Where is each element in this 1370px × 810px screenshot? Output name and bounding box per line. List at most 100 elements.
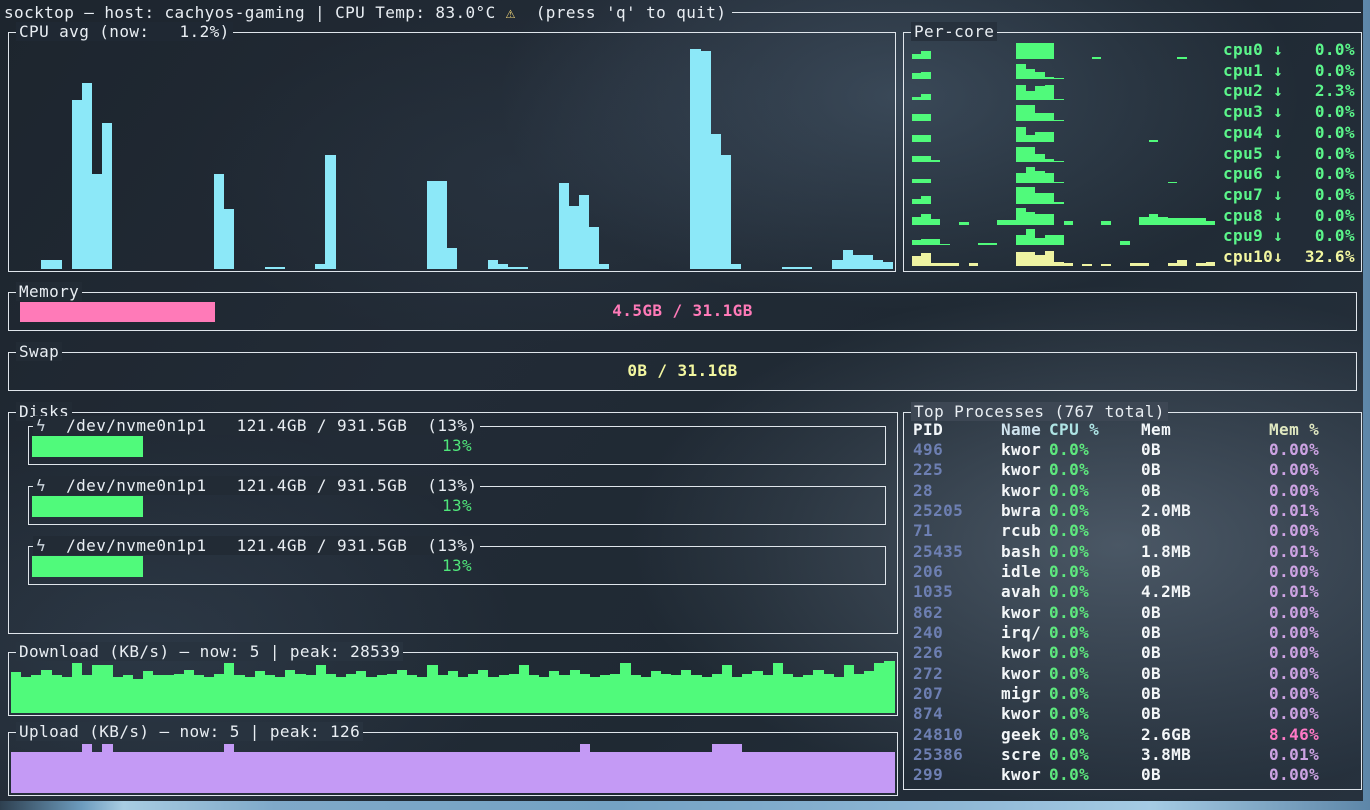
process-pid: 28	[913, 481, 1001, 500]
core-usage-value: 0.0%	[1285, 164, 1355, 183]
disk-label: /dev/nvme0n1p1 121.4GB / 931.5GB (13%)	[46, 476, 477, 495]
core-name: cpu0	[1223, 40, 1273, 59]
per-core-row: cpu3 ↓ 0.0%	[910, 101, 1355, 122]
process-mem: 2.0MB	[1141, 501, 1269, 520]
process-memp: 0.01%	[1269, 542, 1357, 561]
per-core-title: Per-core	[911, 22, 997, 41]
core-usage-value: 32.6%	[1285, 247, 1355, 266]
process-row: 874 kwor 0.0% 0B 0.00%	[913, 704, 1357, 724]
process-pid: 71	[913, 521, 1001, 540]
memory-panel: Memory 4.5GB / 31.1GB	[8, 292, 1357, 331]
lightning-icon: ϟ	[36, 416, 46, 435]
per-core-row: cpu5 ↓ 0.0%	[910, 143, 1355, 164]
cpu-avg-title: CPU avg (now: 1.2%)	[16, 22, 233, 41]
process-pid: 225	[913, 460, 1001, 479]
core-sparkline	[910, 226, 1217, 247]
process-cpu: 0.0%	[1049, 582, 1141, 601]
per-core-row: cpu8 ↓ 0.0%	[910, 205, 1355, 226]
process-mem: 0B	[1141, 440, 1269, 459]
core-usage-value: 0.0%	[1285, 102, 1355, 121]
core-label: cpu1 ↓ 0.0%	[1223, 60, 1355, 81]
process-table: PID Name CPU % Mem Mem % 496 kwor 0.0% 0…	[913, 419, 1357, 785]
core-sparkline	[910, 205, 1217, 226]
terminal-window[interactable]: socktop — host: cachyos-gaming | CPU Tem…	[0, 0, 1363, 801]
core-sparkline	[910, 246, 1217, 267]
process-mem: 0B	[1141, 664, 1269, 683]
process-cpu: 0.0%	[1049, 603, 1141, 622]
disks-panel: Disks ϟ /dev/nvme0n1p1 121.4GB / 931.5GB…	[8, 412, 898, 634]
core-sparkline	[910, 80, 1217, 101]
process-pid: 272	[913, 664, 1001, 683]
process-pid: 25205	[913, 501, 1001, 520]
process-name: irq/	[1001, 623, 1049, 642]
process-name: kwor	[1001, 460, 1049, 479]
process-row: 25386 scre 0.0% 3.8MB 0.01%	[913, 744, 1357, 764]
core-name: cpu3	[1223, 102, 1273, 121]
process-cpu: 0.0%	[1049, 664, 1141, 683]
down-arrow-icon: ↓	[1273, 123, 1283, 142]
down-arrow-icon: ↓	[1273, 144, 1283, 163]
down-arrow-icon: ↓	[1273, 164, 1283, 183]
col-header-mem: Mem	[1141, 420, 1269, 439]
swap-usage-label: 0B / 31.1GB	[9, 361, 1356, 380]
download-chart	[11, 655, 895, 713]
process-memp: 0.00%	[1269, 521, 1357, 540]
process-name: kwor	[1001, 481, 1049, 500]
per-core-row: cpu0 ↓ 0.0%	[910, 39, 1355, 60]
process-mem: 2.6GB	[1141, 725, 1269, 744]
upload-panel: Upload (KB/s) — now: 5 | peak: 126	[8, 732, 898, 796]
core-name: cpu8	[1223, 206, 1273, 225]
core-sparkline	[910, 101, 1217, 122]
process-row: 206 idle 0.0% 0B 0.00%	[913, 561, 1357, 581]
core-usage-value: 0.0%	[1285, 61, 1355, 80]
process-memp: 0.00%	[1269, 603, 1357, 622]
process-name: bwra	[1001, 501, 1049, 520]
process-pid: 862	[913, 603, 1001, 622]
lightning-icon: ϟ	[36, 536, 46, 555]
down-arrow-icon: ↓	[1273, 102, 1283, 121]
process-cpu: 0.0%	[1049, 562, 1141, 581]
per-core-panel: Per-core cpu0 ↓ 0.0% cpu1 ↓ 0.0% cpu2 ↓ …	[903, 32, 1362, 272]
process-pid: 25386	[913, 745, 1001, 764]
per-core-row: cpu9 ↓ 0.0%	[910, 226, 1355, 247]
core-usage-value: 0.0%	[1285, 144, 1355, 163]
swap-panel: Swap 0B / 31.1GB	[8, 352, 1357, 391]
process-pid: 226	[913, 643, 1001, 662]
process-memp: 0.00%	[1269, 704, 1357, 723]
process-mem: 0B	[1141, 684, 1269, 703]
core-name: cpu5	[1223, 144, 1273, 163]
down-arrow-icon: ↓	[1273, 206, 1283, 225]
process-name: bash	[1001, 542, 1049, 561]
process-row: 272 kwor 0.0% 0B 0.00%	[913, 663, 1357, 683]
process-row: 496 kwor 0.0% 0B 0.00%	[913, 439, 1357, 459]
disk-label: /dev/nvme0n1p1 121.4GB / 931.5GB (13%)	[46, 416, 477, 435]
core-usage-value: 0.0%	[1285, 185, 1355, 204]
core-sparkline	[910, 143, 1217, 164]
process-mem: 0B	[1141, 643, 1269, 662]
core-sparkline	[910, 60, 1217, 81]
disk-item: ϟ /dev/nvme0n1p1 121.4GB / 931.5GB (13%)…	[28, 486, 886, 525]
core-usage-value: 0.0%	[1285, 206, 1355, 225]
processes-title: Top Processes (767 total)	[911, 402, 1168, 421]
down-arrow-icon: ↓	[1273, 61, 1283, 80]
process-row: 862 kwor 0.0% 0B 0.00%	[913, 602, 1357, 622]
process-cpu: 0.0%	[1049, 725, 1141, 744]
disk-item: ϟ /dev/nvme0n1p1 121.4GB / 931.5GB (13%)…	[28, 426, 886, 465]
core-label: cpu6 ↓ 0.0%	[1223, 163, 1355, 184]
process-name: geek	[1001, 725, 1049, 744]
process-memp: 0.00%	[1269, 481, 1357, 500]
warning-icon: ⚠	[506, 3, 516, 22]
process-pid: 25435	[913, 542, 1001, 561]
cpu-avg-chart	[11, 37, 893, 269]
process-memp: 8.46%	[1269, 725, 1357, 744]
process-row: 226 kwor 0.0% 0B 0.00%	[913, 643, 1357, 663]
quit-hint: (press 'q' to quit)	[516, 3, 727, 22]
process-name: avah	[1001, 582, 1049, 601]
process-pid: 496	[913, 440, 1001, 459]
per-core-row: cpu2 ↓ 2.3%	[910, 80, 1355, 101]
process-memp: 0.00%	[1269, 440, 1357, 459]
per-core-row: cpu4 ↓ 0.0%	[910, 122, 1355, 143]
core-name: cpu1	[1223, 61, 1273, 80]
down-arrow-icon: ↓	[1273, 40, 1283, 59]
process-cpu: 0.0%	[1049, 643, 1141, 662]
